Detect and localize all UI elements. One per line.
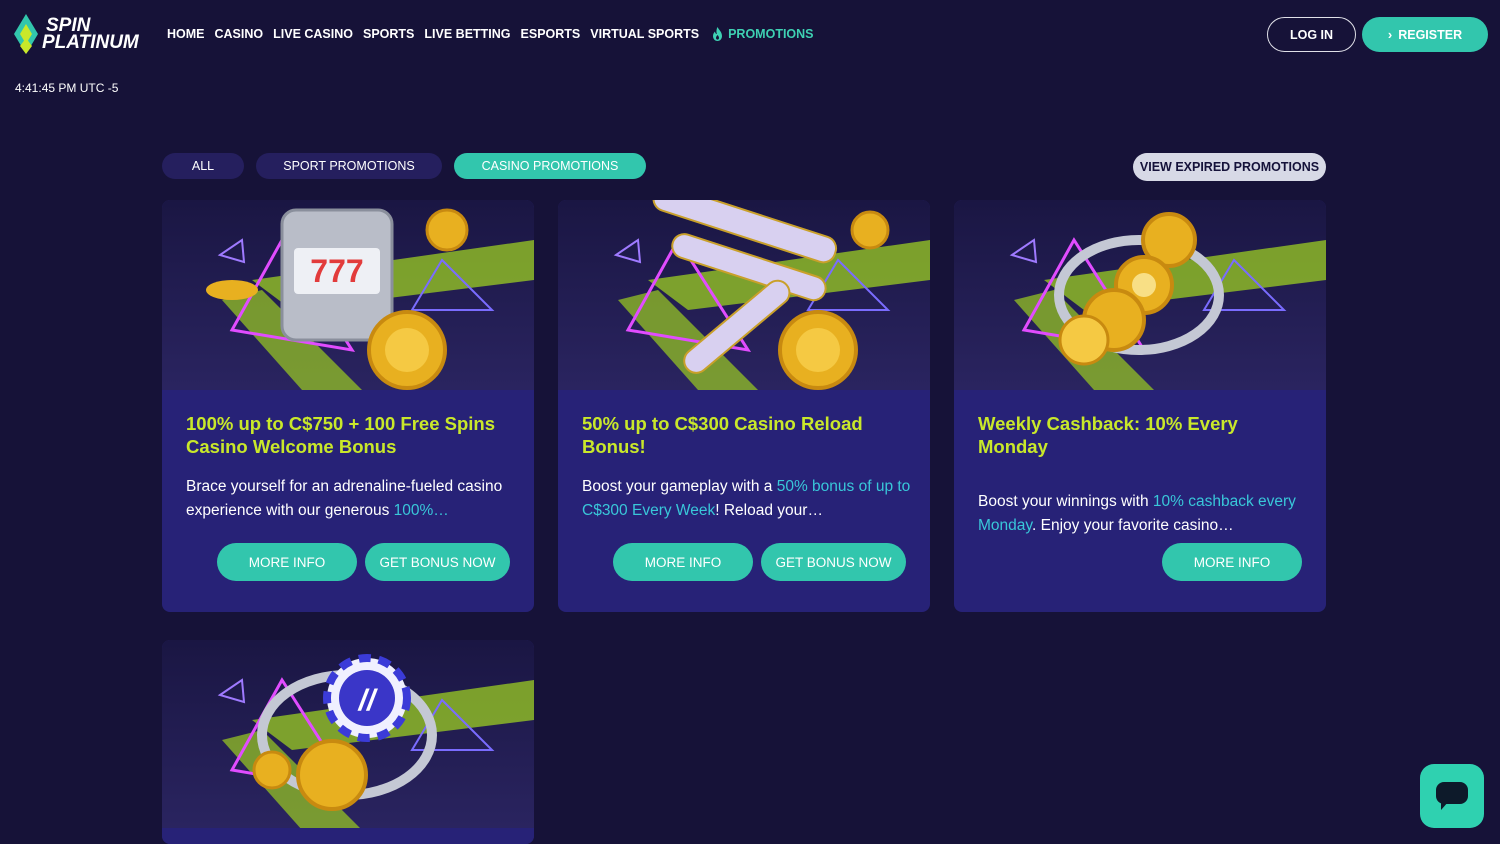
promo-title: 100% up to C$750 + 100 Free Spins Casino…: [186, 413, 495, 457]
clock: 4:41:45 PM UTC -5: [15, 81, 119, 95]
get-bonus-button[interactable]: GET BONUS NOW: [365, 543, 510, 581]
promo-card: 50% up to C$300 Casino Reload Bonus! Boo…: [558, 200, 930, 612]
flame-icon: [713, 27, 723, 41]
promo-card: //: [162, 640, 534, 844]
promo-description: Boost your winnings with 10% cashback ev…: [978, 493, 1296, 534]
register-label: REGISTER: [1398, 27, 1463, 42]
nav-home[interactable]: HOME: [167, 27, 205, 41]
more-info-button[interactable]: MORE INFO: [1162, 543, 1302, 581]
promo-title: Weekly Cashback: 10% Every Monday: [978, 413, 1238, 457]
promo-card: 777 100% up to C$750 + 100 Free Spins Ca…: [162, 200, 534, 612]
promo-description: Brace yourself for an adrenaline-fueled …: [186, 478, 503, 519]
logo-text-platinum: PLATINUM: [42, 32, 139, 53]
svg-text:777: 777: [310, 253, 363, 289]
login-button[interactable]: LOG IN: [1267, 17, 1356, 52]
more-info-button[interactable]: MORE INFO: [613, 543, 753, 581]
casino-chip-image: //: [162, 640, 534, 830]
slot-reels-image: [558, 200, 930, 390]
nav-promotions-label: PROMOTIONS: [728, 27, 814, 41]
get-bonus-button[interactable]: GET BONUS NOW: [761, 543, 906, 581]
more-info-button[interactable]: MORE INFO: [217, 543, 357, 581]
nav-promotions[interactable]: PROMOTIONS: [711, 26, 814, 42]
promo-card: Weekly Cashback: 10% Every Monday Boost …: [954, 200, 1326, 612]
slot-machine-coins-image: 777: [162, 200, 534, 390]
cashback-coins-image: [954, 200, 1326, 390]
main-nav: HOME CASINO LIVE CASINO SPORTS LIVE BETT…: [167, 24, 824, 44]
nav-esports[interactable]: ESPORTS: [521, 27, 581, 41]
site-header: SPIN PLATINUM HOME CASINO LIVE CASINO SP…: [0, 0, 1500, 70]
filter-all[interactable]: ALL: [162, 153, 244, 179]
nav-live-betting[interactable]: LIVE BETTING: [424, 27, 510, 41]
register-button[interactable]: › REGISTER: [1362, 17, 1488, 52]
view-expired-button[interactable]: VIEW EXPIRED PROMOTIONS: [1133, 153, 1326, 181]
logo-mark-icon: [14, 14, 38, 54]
nav-casino[interactable]: CASINO: [215, 27, 264, 41]
chat-button[interactable]: [1420, 764, 1484, 828]
chat-bubble-icon: [1436, 782, 1468, 810]
promo-description: Boost your gameplay with a 50% bonus of …: [582, 478, 911, 519]
nav-live-casino[interactable]: LIVE CASINO: [273, 27, 353, 41]
svg-text://: //: [357, 684, 378, 717]
chevron-right-icon: ›: [1387, 27, 1393, 42]
promo-title: 50% up to C$300 Casino Reload Bonus!: [582, 413, 863, 457]
filter-casino-promotions[interactable]: CASINO PROMOTIONS: [454, 153, 646, 179]
nav-sports[interactable]: SPORTS: [363, 27, 414, 41]
nav-virtual-sports[interactable]: VIRTUAL SPORTS: [590, 27, 699, 41]
filter-sport-promotions[interactable]: SPORT PROMOTIONS: [256, 153, 442, 179]
brand-logo[interactable]: SPIN PLATINUM: [12, 12, 152, 56]
